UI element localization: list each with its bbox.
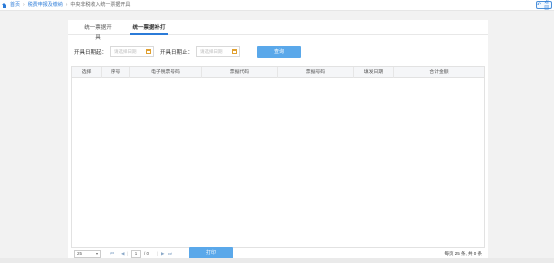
top-bar: 首页 › 税费申报及缴纳 › 中央非税收入统一票据开具 ↶ 返回: [0, 0, 554, 11]
main-panel: 统一票据开具 统一票据补打 开具日期起： 请选择日期 开具日期止： 请选择日期 …: [68, 20, 488, 263]
calendar-icon[interactable]: [146, 49, 151, 54]
column-select: 选择: [72, 67, 102, 78]
end-date-input[interactable]: 请选择日期: [196, 46, 240, 57]
invoice-table: 选择 序号 电子税票号码 票据代码 票据号码 填发日期 合计金额: [71, 66, 485, 248]
tab-bar: 统一票据开具 统一票据补打: [68, 20, 488, 41]
breadcrumb-separator: ›: [65, 2, 68, 8]
start-date-input[interactable]: 请选择日期: [110, 46, 154, 57]
start-date-label: 开具日期起：: [74, 50, 108, 56]
table-header: 选择 序号 电子税票号码 票据代码 票据号码 填发日期 合计金额: [72, 67, 484, 78]
breadcrumb-current: 中央非税收入统一票据开具: [70, 2, 131, 8]
current-page-input[interactable]: 1: [131, 250, 141, 258]
breadcrumb-home[interactable]: 首页: [10, 0, 20, 11]
page-size-select[interactable]: 25 ▾: [74, 250, 101, 258]
back-arrow-icon: ↶: [537, 2, 542, 8]
tab-issue-invoice[interactable]: 统一票据开具: [82, 23, 114, 41]
column-invoice-code: 票据代码: [202, 67, 278, 78]
column-e-tax-number: 电子税票号码: [130, 67, 202, 78]
column-index: 序号: [102, 67, 130, 78]
chevron-down-icon: ▾: [95, 251, 98, 256]
search-button[interactable]: 查询: [257, 46, 301, 58]
page-size-value: 25: [77, 251, 83, 256]
bottom-scrollbar[interactable]: [0, 258, 554, 263]
column-invoice-number: 票据号码: [278, 67, 354, 78]
query-form: 开具日期起： 请选择日期 开具日期止： 请选择日期 查询: [68, 44, 488, 60]
start-date-placeholder: 请选择日期: [114, 49, 137, 54]
breadcrumb-separator: ›: [23, 2, 25, 8]
home-icon[interactable]: [2, 3, 7, 8]
breadcrumb-tax-filing[interactable]: 税费申报及缴纳: [28, 0, 63, 11]
column-issue-date: 填发日期: [354, 67, 394, 78]
end-date-placeholder: 请选择日期: [200, 49, 223, 54]
column-total-amount: 合计金额: [429, 70, 449, 75]
breadcrumb: 首页 › 税费申报及缴纳 › 中央非税收入统一票据开具: [2, 0, 130, 11]
tab-reprint-invoice[interactable]: 统一票据补打: [130, 23, 168, 35]
calendar-icon[interactable]: [232, 49, 237, 54]
end-date-label: 开具日期止：: [160, 50, 194, 56]
back-button-label: 返回: [544, 0, 549, 10]
back-button[interactable]: ↶ 返回: [536, 0, 552, 10]
